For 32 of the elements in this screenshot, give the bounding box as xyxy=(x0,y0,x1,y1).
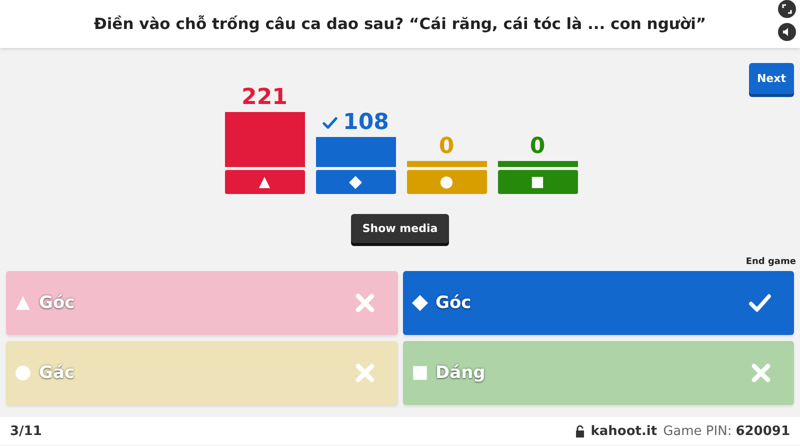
answer-text: Góc xyxy=(39,293,76,313)
pin-label: Game PIN: xyxy=(663,424,732,438)
circle-icon xyxy=(15,365,31,381)
answer-text: Dáng xyxy=(436,363,486,383)
answer-text: Góc xyxy=(436,293,472,313)
check-icon xyxy=(322,115,338,132)
answer-count: 221 xyxy=(242,86,288,110)
square-icon xyxy=(531,176,544,188)
diamond-icon xyxy=(349,176,362,188)
answer-count: 0 xyxy=(530,135,546,159)
answer-count: 108 xyxy=(343,111,389,136)
game-pin: 620091 xyxy=(736,424,790,438)
square-icon xyxy=(412,365,428,381)
cross-icon xyxy=(750,362,772,384)
triangle-icon xyxy=(15,295,31,311)
triangle-icon xyxy=(258,176,271,188)
fullscreen-button[interactable] xyxy=(778,0,796,18)
end-game-button[interactable]: End game xyxy=(746,257,796,267)
question-title: Điền vào chỗ trống câu ca dao sau? “Cái răng, cái tóc là ... con người” xyxy=(94,15,706,33)
answer-text: Gác xyxy=(39,363,76,383)
check-icon xyxy=(748,291,772,315)
sound-button[interactable] xyxy=(778,23,796,41)
show-media-button[interactable]: Show media xyxy=(351,214,449,243)
site-link[interactable]: kahoot.it xyxy=(590,424,658,438)
answer-count: 0 xyxy=(438,135,454,159)
expand-icon xyxy=(782,4,792,14)
cross-icon xyxy=(354,362,376,384)
circle-icon xyxy=(440,176,453,188)
lock-icon xyxy=(574,424,585,438)
next-button[interactable]: Next xyxy=(748,63,794,94)
cross-icon xyxy=(354,292,376,314)
diamond-icon xyxy=(412,295,428,311)
